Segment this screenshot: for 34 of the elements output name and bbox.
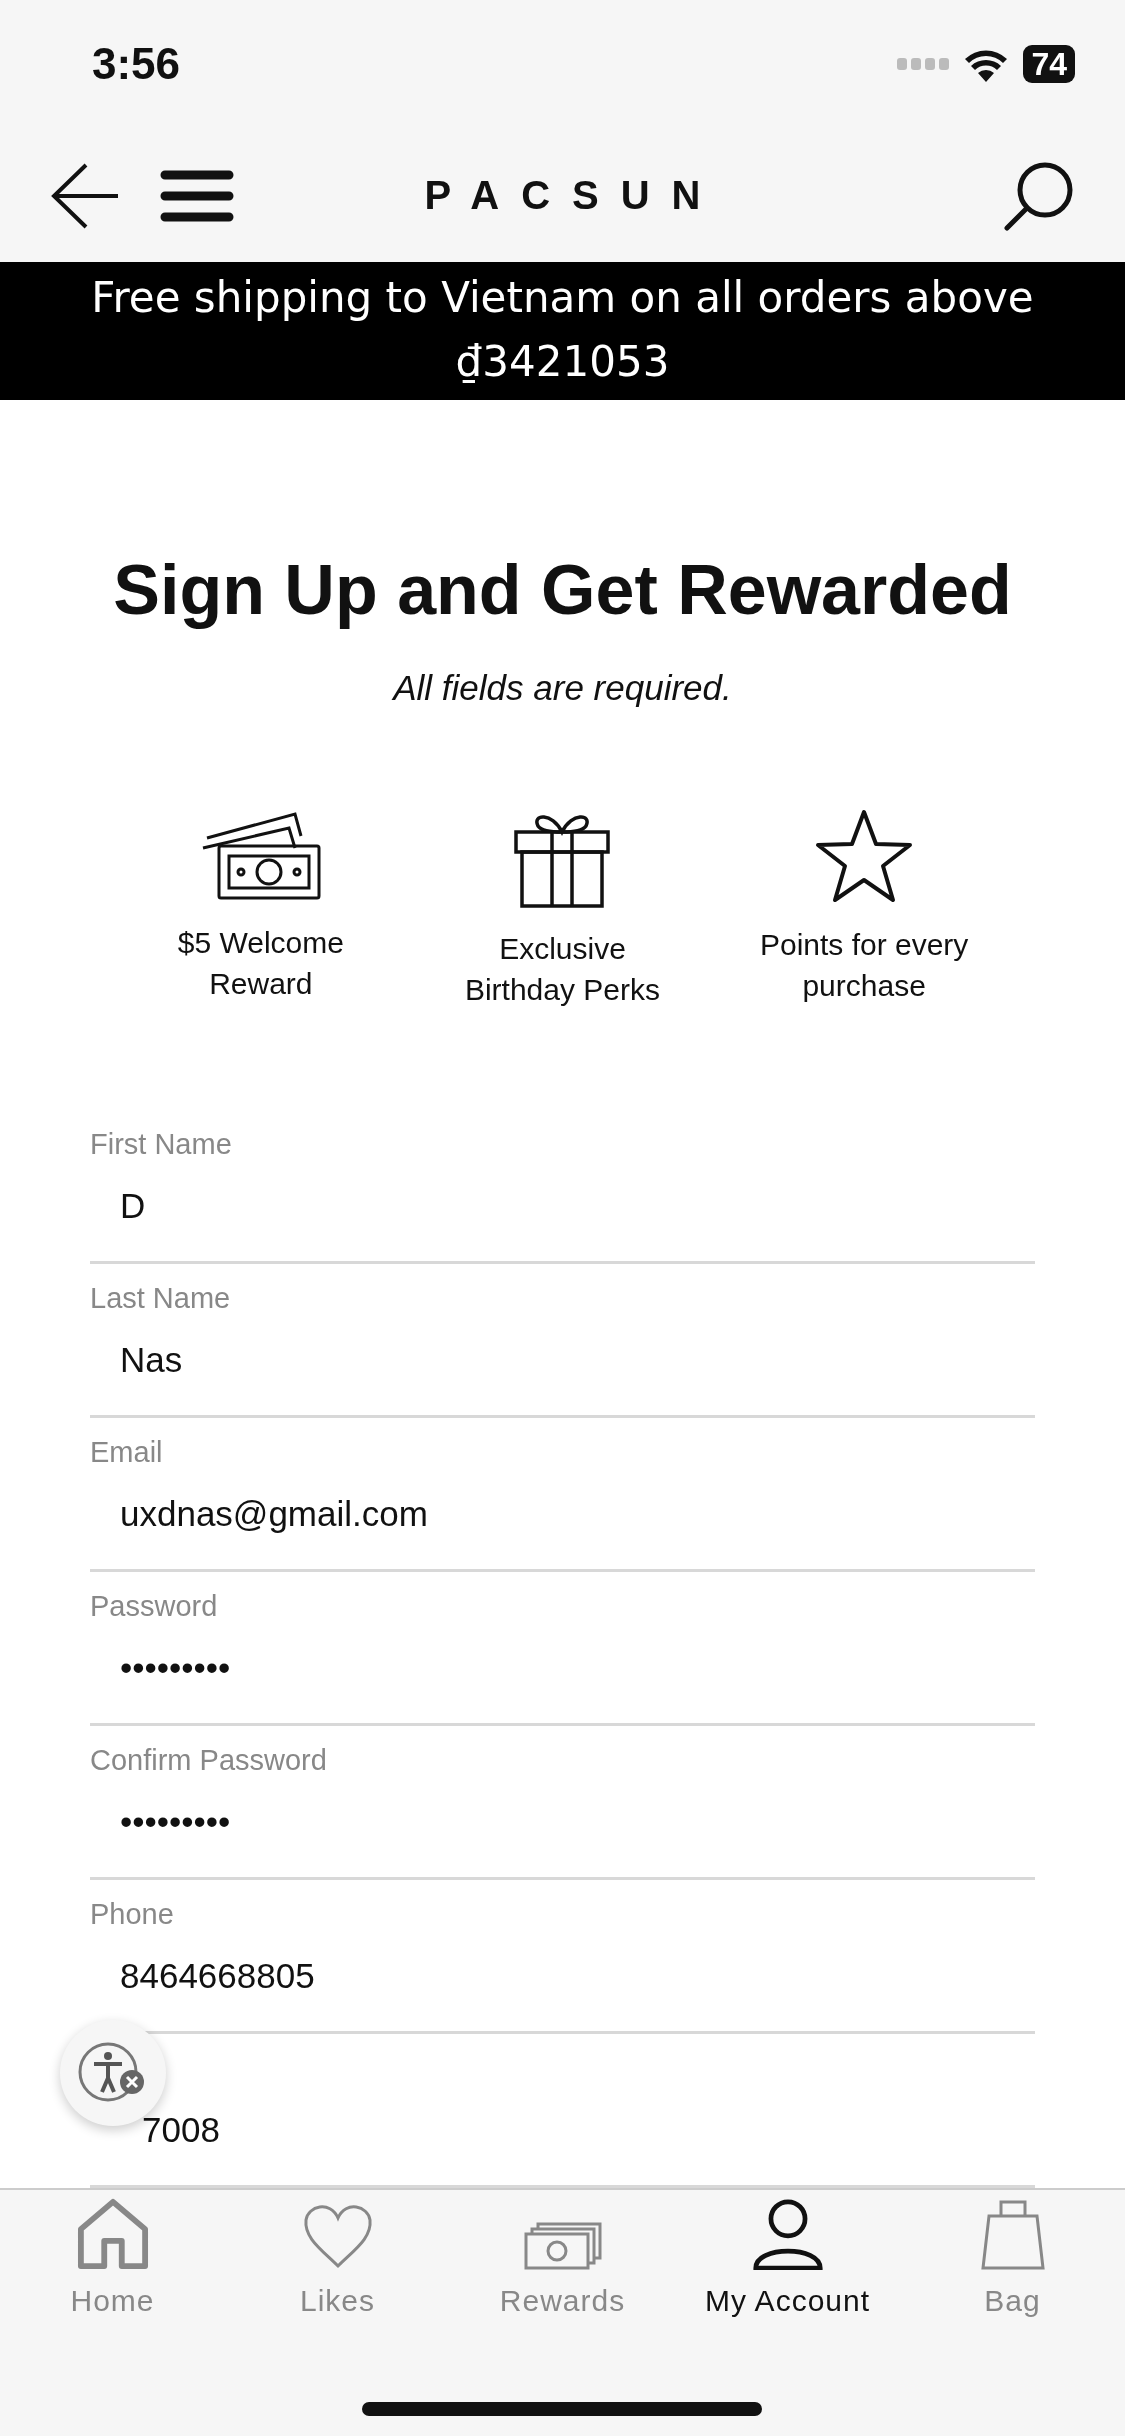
bag-icon <box>980 2200 1045 2271</box>
star-icon <box>814 808 915 905</box>
page-title: Sign Up and Get Rewarded <box>112 550 1013 631</box>
field-value: uxdnas@gmail.com <box>120 1494 429 1535</box>
field-value: Nas <box>120 1340 184 1381</box>
field-label: Phone <box>90 1898 175 1933</box>
input-field[interactable]: Password ••••••••• <box>90 1572 1035 1727</box>
field-value: D <box>120 1186 147 1227</box>
perk-label: Points for every purchase <box>758 927 970 1005</box>
field-label: Email <box>90 1436 164 1471</box>
input-field[interactable]: Email uxdnas@gmail.com <box>90 1418 1035 1573</box>
field-value: ••••••••• <box>120 1802 232 1843</box>
perk-label: Exclusive Birthday Perks <box>463 931 661 1009</box>
heart-icon <box>301 2202 374 2271</box>
signal-icon <box>897 58 950 71</box>
perk-label: $5 Welcome Reward <box>176 925 345 1003</box>
field-label: Last Name <box>90 1282 232 1317</box>
field-label: Confirm Password <box>90 1744 328 1779</box>
required-note: All fields are required. <box>390 668 733 709</box>
battery-level: 74 <box>1023 45 1075 84</box>
status-time: 3:56 <box>92 39 181 90</box>
tab-item[interactable]: My Account <box>675 2198 900 2319</box>
field-label: First Name <box>90 1128 233 1163</box>
field-label: Password <box>90 1590 219 1625</box>
shipping-banner: Free shipping to Vietnam on all orders above ₫3421053 <box>0 262 1125 401</box>
menu-icon[interactable] <box>160 168 234 223</box>
input-field[interactable]: Last Name Nas <box>90 1264 1035 1419</box>
field-value: 8464668805 <box>120 1956 316 1997</box>
input-field[interactable]: First Name D <box>90 1110 1035 1265</box>
house-icon <box>75 2198 150 2271</box>
field-value: 7008 <box>142 2110 220 2151</box>
money-icon <box>523 2222 602 2271</box>
input-field[interactable]: Confirm Password ••••••••• <box>90 1726 1035 1881</box>
field-value: ••••••••• <box>120 1648 232 1689</box>
